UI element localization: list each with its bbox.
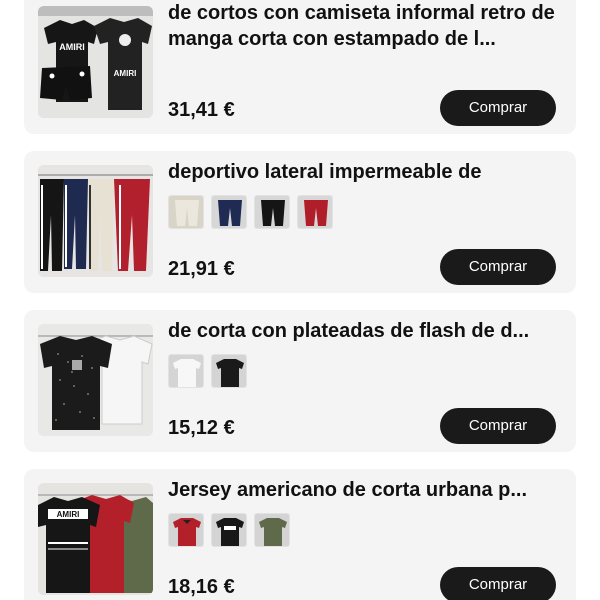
product-title: de cortos con camiseta informal retro de… <box>168 2 555 50</box>
variant-swatches <box>168 354 247 388</box>
black-tshirt-icon <box>212 355 246 387</box>
variant-swatches <box>168 513 290 547</box>
product-price: 31,41 € <box>168 99 235 121</box>
product-price: 15,12 € <box>168 417 235 439</box>
product-title: de corta con plateadas de flash de d... <box>168 320 530 342</box>
product-image[interactable] <box>38 165 153 277</box>
variant-swatch[interactable] <box>168 195 204 229</box>
product-price: 21,91 € <box>168 258 235 280</box>
black-jersey-icon <box>212 514 246 546</box>
variant-swatch[interactable] <box>254 195 290 229</box>
variant-swatch[interactable] <box>211 195 247 229</box>
product-title: Jersey americano de corta urbana p... <box>168 479 528 501</box>
buy-button[interactable]: Comprar <box>440 408 556 444</box>
buy-button[interactable]: Comprar <box>440 90 556 126</box>
variant-swatch[interactable] <box>211 354 247 388</box>
variant-swatch[interactable] <box>168 513 204 547</box>
product-card[interactable]: AMIRI AMIRI de cortos con camiseta infor… <box>24 0 576 134</box>
rhinestone-tshirts-image-icon <box>38 324 153 436</box>
product-card[interactable]: deportivo lateral impermeable de 21,91 €… <box>24 151 576 293</box>
red-jersey-icon <box>169 514 203 546</box>
navy-pants-icon <box>212 196 246 228</box>
product-image[interactable]: AMIRI AMIRI <box>38 6 153 118</box>
jersey-shirts-image-icon: AMIRI <box>38 483 153 595</box>
variant-swatch[interactable] <box>297 195 333 229</box>
black-pants-icon <box>255 196 289 228</box>
olive-jersey-icon <box>255 514 289 546</box>
beige-pants-icon <box>169 196 203 228</box>
product-card[interactable]: de corta con plateadas de flash de d... … <box>24 310 576 452</box>
white-tshirt-icon <box>169 355 203 387</box>
buy-button[interactable]: Comprar <box>440 249 556 285</box>
product-card[interactable]: AMIRI Jersey americano de corta urbana p… <box>24 469 576 600</box>
variant-swatch[interactable] <box>211 513 247 547</box>
tshirt-shorts-image-icon: AMIRI AMIRI <box>38 6 153 118</box>
svg-text:AMIRI: AMIRI <box>114 69 137 78</box>
svg-text:AMIRI: AMIRI <box>59 42 85 52</box>
product-price: 18,16 € <box>168 576 235 598</box>
variant-swatch[interactable] <box>168 354 204 388</box>
product-image[interactable]: AMIRI <box>38 483 153 595</box>
variant-swatches <box>168 195 333 229</box>
red-pants-icon <box>298 196 332 228</box>
svg-text:AMIRI: AMIRI <box>57 510 80 519</box>
track-pants-image-icon <box>38 165 153 277</box>
product-list: AMIRI AMIRI de cortos con camiseta infor… <box>0 0 600 600</box>
variant-swatch[interactable] <box>254 513 290 547</box>
product-title: deportivo lateral impermeable de <box>168 161 482 183</box>
product-image[interactable] <box>38 324 153 436</box>
buy-button[interactable]: Comprar <box>440 567 556 600</box>
